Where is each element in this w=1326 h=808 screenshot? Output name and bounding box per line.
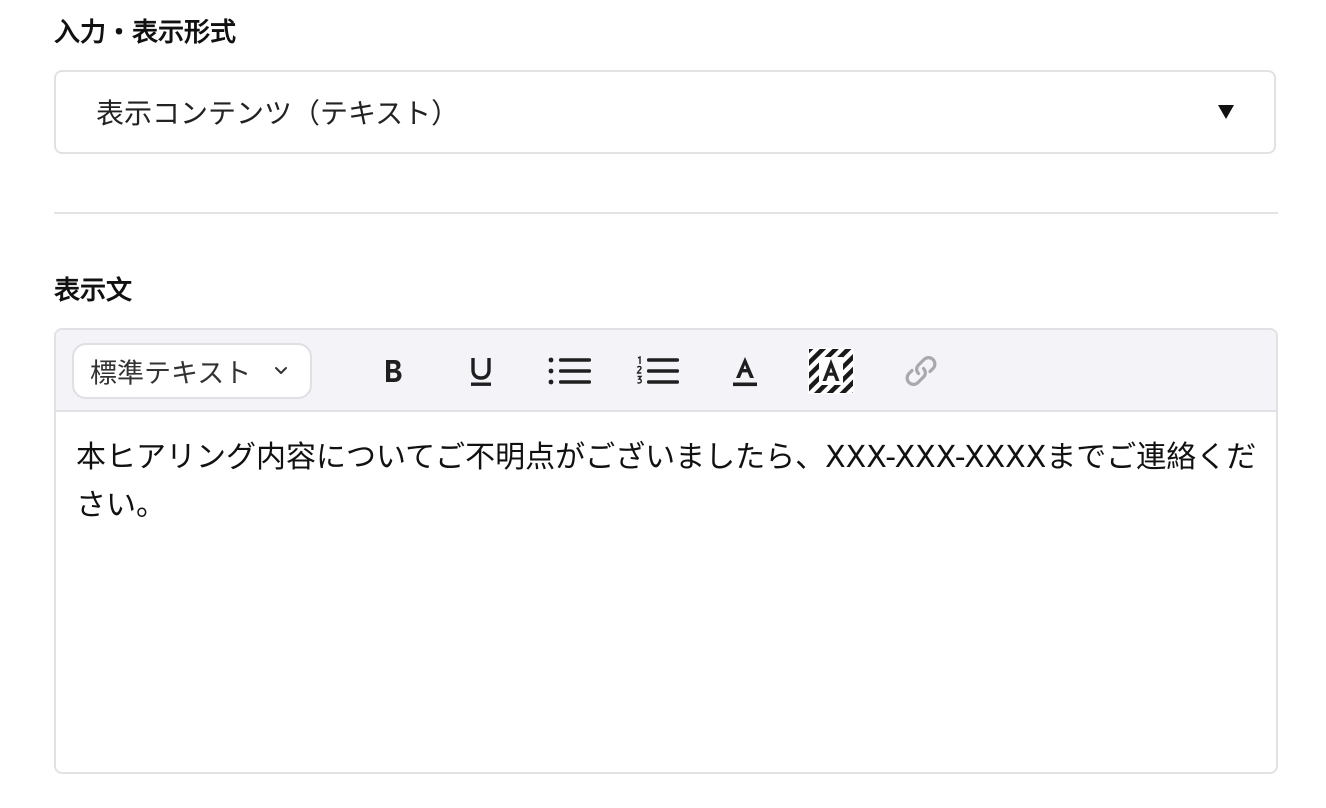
text-color-button[interactable] — [722, 348, 768, 394]
bulleted-list-button[interactable] — [546, 348, 592, 394]
highlight-color-button[interactable] — [808, 348, 854, 394]
chevron-down-icon — [275, 367, 287, 374]
editor-content[interactable]: 本ヒアリング内容についてご不明点がございましたら、XXX-XXX-XXXXまでご… — [76, 434, 1260, 530]
bold-button[interactable] — [370, 348, 416, 394]
display-text-label: 表示文 — [54, 276, 133, 306]
rich-text-editor: 標準テキスト 本ヒアリング内容についてご不明点がございましたら、XXX-XXX-… — [54, 328, 1278, 774]
numbered-list-icon — [636, 356, 679, 384]
display-format-select-value: 表示コンテンツ（テキスト） — [96, 97, 460, 130]
underline-icon — [471, 358, 491, 386]
underline-button[interactable] — [458, 348, 504, 394]
caret-down-icon — [1218, 105, 1234, 119]
numbered-list-button[interactable] — [634, 348, 680, 394]
background-color-icon — [808, 348, 854, 394]
format-section-label: 入力・表示形式 — [54, 18, 237, 48]
bulleted-list-icon — [548, 357, 591, 385]
section-divider — [54, 212, 1278, 214]
link-icon — [905, 356, 937, 386]
bold-icon — [386, 360, 402, 382]
text-style-select[interactable]: 標準テキスト — [72, 343, 312, 399]
text-style-select-value: 標準テキスト — [90, 358, 252, 390]
text-color-icon — [733, 357, 757, 387]
display-format-select[interactable]: 表示コンテンツ（テキスト） — [54, 70, 1276, 154]
link-button[interactable] — [898, 348, 944, 394]
editor-toolbar: 標準テキスト — [56, 330, 1276, 412]
